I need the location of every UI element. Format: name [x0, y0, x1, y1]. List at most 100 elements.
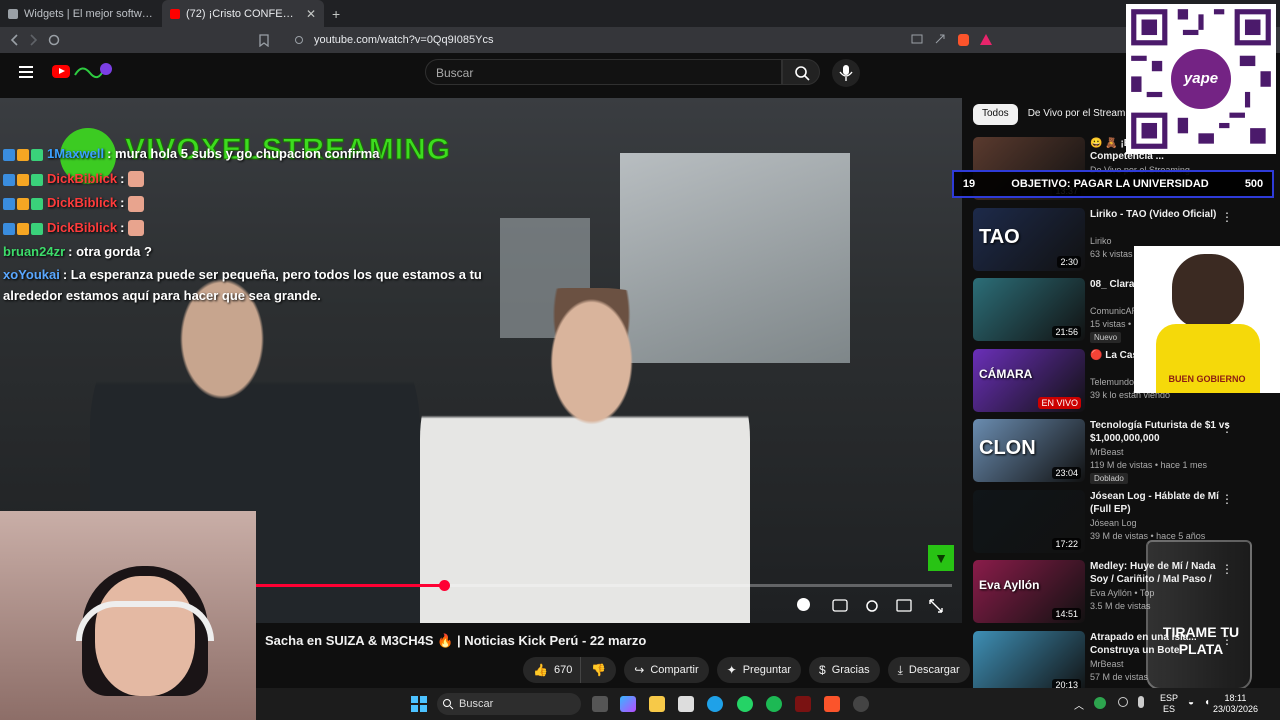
- recommendation-thumbnail[interactable]: CLON 23:04: [973, 419, 1085, 482]
- more-options-icon[interactable]: ⋮: [1221, 210, 1233, 224]
- close-tab-icon[interactable]: ✕: [306, 7, 316, 21]
- share-button[interactable]: ↪ Compartir: [624, 657, 709, 683]
- subtitles-icon[interactable]: [832, 599, 848, 612]
- video-duration: 14:51: [1052, 608, 1081, 620]
- recommendation-channel[interactable]: Liriko: [1090, 236, 1112, 246]
- browser-tab-youtube[interactable]: (72) ¡Cristo CONFESÓ ser ✕: [162, 0, 324, 27]
- taskbar-search-icon: [443, 699, 454, 710]
- chat-username: 1Maxwell: [47, 146, 105, 161]
- copilot-icon[interactable]: [620, 696, 636, 712]
- fullscreen-icon[interactable]: [929, 599, 943, 613]
- chat-message: DickBiblick:: [3, 191, 493, 216]
- chat-username: bruan24zr: [3, 244, 66, 260]
- back-icon[interactable]: [10, 34, 18, 46]
- recommendation-thumbnail[interactable]: 21:56: [973, 278, 1085, 341]
- edge-icon[interactable]: [707, 696, 723, 712]
- stream-widget-icon: ▼: [928, 545, 954, 571]
- thumbnail-caption: Eva Ayllón: [979, 578, 1040, 592]
- file-explorer-icon[interactable]: [649, 696, 665, 712]
- bookmark-icon[interactable]: [258, 34, 270, 47]
- site-info-icon[interactable]: [294, 35, 304, 45]
- whatsapp-icon[interactable]: [737, 696, 753, 712]
- windows-start-icon[interactable]: [411, 696, 427, 712]
- search-input[interactable]: Buscar: [425, 59, 782, 85]
- voice-search-button[interactable]: [832, 59, 860, 87]
- goal-current: 19: [962, 178, 976, 190]
- forward-icon[interactable]: [30, 34, 38, 46]
- miniplayer-icon[interactable]: [896, 599, 912, 612]
- reload-icon[interactable]: [48, 34, 60, 46]
- thumbnail-caption: TAO: [979, 225, 1020, 248]
- thumbnail-caption: CÁMARA: [979, 366, 1033, 381]
- brave-shields-icon[interactable]: [958, 34, 969, 46]
- recommendation-item[interactable]: CLON 23:04 Tecnología Futurista de $1 vs $…: [973, 419, 1263, 484]
- input-language[interactable]: ESP ES: [1160, 693, 1178, 715]
- cast-icon[interactable]: [911, 34, 923, 44]
- spotify-icon[interactable]: [766, 696, 782, 712]
- recommendation-channel[interactable]: MrBeast: [1090, 659, 1124, 669]
- brave-icon[interactable]: [824, 696, 840, 712]
- task-view-icon[interactable]: [592, 696, 608, 712]
- player-controls: [832, 599, 943, 613]
- browser-tab-widgets[interactable]: Widgets | El mejor software para poi: [0, 0, 162, 27]
- recommendation-title[interactable]: Liriko - TAO (Video Oficial): [1090, 208, 1230, 221]
- recommendation-meta: 119 M de vistas • hace 1 mes: [1090, 460, 1208, 470]
- taskbar-search[interactable]: Buscar: [437, 693, 581, 715]
- stream-chat-overlay: 1Maxwell: mura hola 5 subs y go chupacio…: [3, 142, 493, 306]
- url-text: youtube.com/watch?v=0Qq9I085Ycs: [314, 34, 494, 46]
- video-duration: 21:56: [1052, 326, 1081, 338]
- dislike-button[interactable]: 👎: [580, 657, 617, 683]
- url-bar[interactable]: youtube.com/watch?v=0Qq9I085Ycs: [284, 30, 996, 50]
- recommendation-channel[interactable]: Jósean Log: [1090, 518, 1137, 528]
- clock[interactable]: 18:11 23/03/2026: [1213, 693, 1258, 715]
- network-icon[interactable]: ◒: [1188, 697, 1194, 708]
- brave-rewards-icon[interactable]: [980, 34, 992, 45]
- progress-scrubber[interactable]: [438, 580, 450, 591]
- chat-badge-icon: [17, 222, 29, 235]
- ask-button[interactable]: ✦ Preguntar: [716, 657, 801, 683]
- recommendation-badge: Doblado: [1090, 473, 1128, 484]
- chat-emote-icon: [128, 171, 145, 188]
- thumbs-down-icon: 👎: [591, 663, 607, 677]
- share-page-icon[interactable]: [935, 34, 945, 44]
- more-options-icon[interactable]: ⋮: [1221, 492, 1233, 506]
- new-tab-icon[interactable]: +: [324, 6, 348, 22]
- video-progress-bar[interactable]: [256, 580, 952, 591]
- recommendation-thumbnail[interactable]: 17:22: [973, 489, 1085, 553]
- like-button[interactable]: 👍 670: [523, 657, 581, 683]
- volume-icon[interactable]: ◖: [1204, 697, 1210, 708]
- tray-chevron-icon[interactable]: ︿: [1074, 697, 1084, 712]
- more-options-icon[interactable]: ⋮: [1221, 421, 1233, 435]
- chip-all[interactable]: Todos: [973, 104, 1018, 125]
- goal-target: 500: [1244, 178, 1264, 190]
- clock-date: 23/03/2026: [1212, 704, 1258, 714]
- obs-icon[interactable]: [853, 696, 869, 712]
- app-icon[interactable]: [795, 696, 811, 712]
- chat-message: 1Maxwell: mura hola 5 subs y go chupacio…: [3, 142, 493, 167]
- goal-bar: 19 OBJETIVO: PAGAR LA UNIVERSIDAD 500: [952, 170, 1274, 198]
- chat-badge-icon: [31, 222, 43, 235]
- recommendation-title[interactable]: Jósean Log - Háblate de Mí (Full EP): [1090, 490, 1230, 516]
- thanks-button[interactable]: $ Gracias: [809, 657, 880, 683]
- tray-app-icon[interactable]: [1094, 697, 1106, 709]
- recommendation-channel[interactable]: MrBeast: [1090, 447, 1124, 457]
- search-button[interactable]: [782, 59, 820, 85]
- screen: Widgets | El mejor software para poi (72…: [0, 0, 1280, 720]
- recommendation-thumbnail[interactable]: TAO 2:30: [973, 207, 1085, 271]
- pause-icon[interactable]: [797, 598, 810, 611]
- recommendation-thumbnail[interactable]: Eva Ayllón 14:51: [973, 560, 1085, 623]
- recommendation-thumbnail[interactable]: 20:13: [973, 630, 1085, 694]
- youtube-logo-icon[interactable]: [52, 65, 70, 78]
- nav-buttons: [10, 34, 60, 46]
- recommendation-title[interactable]: Tecnología Futurista de $1 vs $1,000,000…: [1090, 419, 1230, 445]
- menu-icon[interactable]: [19, 66, 33, 78]
- download-button[interactable]: ⤓ Descargar: [887, 657, 970, 683]
- recommendation-channel[interactable]: ComunicAR: [1090, 306, 1138, 316]
- store-icon[interactable]: [678, 696, 694, 712]
- settings-gear-icon[interactable]: [866, 600, 878, 612]
- recommendation-channel[interactable]: Eva Ayllón • Top: [1090, 588, 1154, 598]
- tray-mic-icon[interactable]: [1138, 696, 1144, 708]
- tray-settings-icon[interactable]: [1118, 697, 1128, 707]
- recommendation-thumbnail[interactable]: CÁMARA EN VIVO: [973, 348, 1085, 412]
- recommendation-channel[interactable]: Telemundo: [1090, 377, 1134, 387]
